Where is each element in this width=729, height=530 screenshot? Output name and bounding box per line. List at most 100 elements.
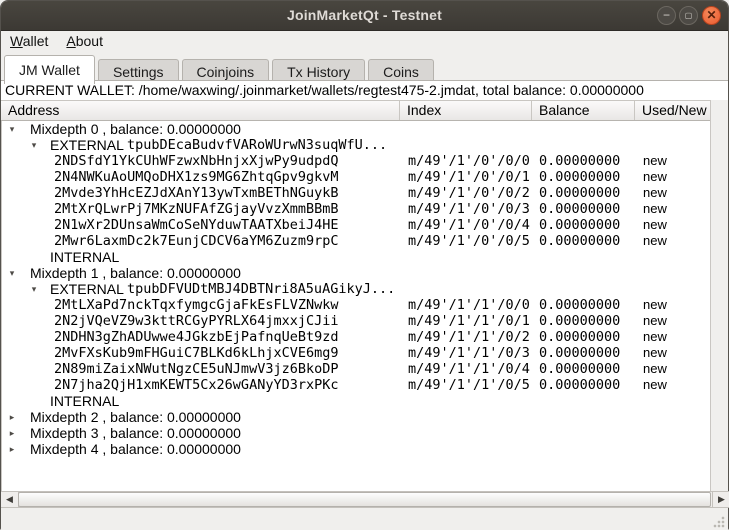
scroll-left-button[interactable]: ◀ [1,492,19,507]
menu-accel: A [66,33,75,49]
index-value: m/49'/1'/1'/0/2 [408,329,530,345]
window-title: JoinMarketQt - Testnet [1,7,728,23]
chevron-down-icon[interactable]: ▾ [6,265,18,281]
index-value: m/49'/1'/0'/0/0 [408,153,530,169]
tree-row-branch[interactable]: ▾ EXTERNALtpubDEcaBudvfVARoWUrwN3suqWfU..… [2,137,712,153]
status-bar [1,508,728,530]
index-value: m/49'/1'/0'/0/1 [408,169,530,185]
vertical-scrollbar[interactable] [710,100,728,491]
minimize-button[interactable]: − [657,6,676,25]
chevron-right-icon[interactable]: ▸ [6,441,18,457]
tab-bar: JM WalletSettingsCoinjoinsTx HistoryCoin… [1,53,728,81]
menu-accel: W [10,33,23,49]
tree-row-mixdepth[interactable]: ▸ Mixdepth 3 , balance: 0.00000000 [2,425,712,441]
address-value: 2N1wXr2DUnsaWmCoSeNYduwTAATXbeiJ4HE [54,217,338,233]
tree-row-address[interactable]: 2MvFXsKub9mFHGuiC7BLKd6kLhjxCVE6mg9 m/49'… [2,345,712,361]
index-value: m/49'/1'/1'/0/1 [408,313,530,329]
branch-xpub: tpubDFVUDtMBJ4DBTNri8A5uAGikyJ... [127,281,395,297]
tree-row-mixdepth[interactable]: ▸Mixdepth 4 , balance: 0.00000000 [2,441,712,457]
chevron-down-icon[interactable]: ▾ [28,137,40,153]
status-value: new [643,297,667,313]
tree-row-address[interactable]: 2Mwr6LaxmDc2k7EunjCDCV6aYM6Zuzm9rpC m/49'… [2,233,712,249]
column-header-index[interactable]: Index [400,101,532,120]
status-value: new [643,313,667,329]
menu-item-wallet[interactable]: Wallet [1,31,57,51]
balance-value: 0.00000000 [539,345,620,361]
address-value: 2N7jha2QjH1xmKEWT5Cx26wGANyYD3rxPKc [54,377,338,393]
minimize-icon: − [658,7,675,24]
balance-value: 0.00000000 [539,185,620,201]
scroll-right-icon: ▶ [718,494,725,504]
branch-xpub: tpubDEcaBudvfVARoWUrwN3suqWfU... [127,137,387,153]
balance-value: 0.00000000 [539,297,620,313]
status-value: new [643,185,667,201]
table-header: AddressIndexBalanceUsed/New [1,100,712,121]
status-value: new [643,201,667,217]
balance-value: 0.00000000 [539,361,620,377]
chevron-right-icon[interactable]: ▸ [6,425,18,441]
branch-label: INTERNAL [50,393,119,409]
balance-value: 0.00000000 [539,329,620,345]
address-value: 2MtLXaPd7nckTqxfymgcGjaFkEsFLVZNwkw [54,297,338,313]
balance-value: 0.00000000 [539,313,620,329]
horizontal-scrollbar-thumb[interactable] [18,492,711,507]
column-header-used-new[interactable]: Used/New [635,101,712,120]
balance-value: 0.00000000 [539,153,620,169]
close-button[interactable]: ✕ [702,6,721,25]
mixdepth-label: Mixdepth 1 , balance: 0.00000000 [30,265,241,281]
tree-row-address[interactable]: 2MtLXaPd7nckTqxfymgcGjaFkEsFLVZNwkw m/49'… [2,297,712,313]
branch-label: EXTERNAL [50,281,124,297]
menu-item-about[interactable]: About [57,31,112,51]
maximize-button[interactable]: ▢ [679,6,698,25]
index-value: m/49'/1'/1'/0/5 [408,377,530,393]
column-header-balance[interactable]: Balance [532,101,635,120]
mixdepth-label: Mixdepth 0 , balance: 0.00000000 [30,121,241,137]
tree-row-address[interactable]: 2NDHN3gZhADUwwe4JGkzbEjPafnqUeBt9zdm/49'… [2,329,712,345]
title-bar[interactable]: JoinMarketQt - Testnet − ▢ ✕ [1,1,728,31]
tree-row-mixdepth[interactable]: ▾ Mixdepth 1 , balance: 0.00000000 [2,265,712,281]
maximize-icon: ▢ [680,7,697,24]
tree-row-address[interactable]: 2N89miZaixNWutNgzCE5uNJmwV3jz6BkoDP m/49'… [2,361,712,377]
scroll-left-icon: ◀ [6,494,13,504]
close-icon: ✕ [703,7,720,23]
index-value: m/49'/1'/1'/0/4 [408,361,530,377]
tree-row-mixdepth[interactable]: ▸Mixdepth 2 , balance: 0.00000000 [2,409,712,425]
tab-jm-wallet[interactable]: JM Wallet [4,55,95,84]
tree-row-address[interactable]: 2N7jha2QjH1xmKEWT5Cx26wGANyYD3rxPKc m/49'… [2,377,712,393]
index-value: m/49'/1'/0'/0/2 [408,185,530,201]
status-value: new [643,153,667,169]
address-value: 2MtXrQLwrPj7MKzNUFAfZGjayVvzXmmBBmB [54,201,338,217]
index-value: m/49'/1'/0'/0/4 [408,217,530,233]
balance-value: 0.00000000 [539,377,620,393]
column-header-address[interactable]: Address [1,101,400,120]
tree-row-branch[interactable]: INTERNAL [2,249,712,265]
tree-row-address[interactable]: 2N2jVQeVZ9w3kttRCGyPYRLX64jmxxjCJii m/49'… [2,313,712,329]
branch-label: EXTERNAL [50,137,124,153]
chevron-right-icon[interactable]: ▸ [6,409,18,425]
mixdepth-label: Mixdepth 3 , balance: 0.00000000 [30,425,241,441]
index-value: m/49'/1'/1'/0/0 [408,297,530,313]
tree-row-address[interactable]: 2N4NWKuAoUMQoDHX1zs9MG6ZhtqGpv9gkvM m/49'… [2,169,712,185]
tree-row-address[interactable]: 2MtXrQLwrPj7MKzNUFAfZGjayVvzXmmBBmBm/49'… [2,201,712,217]
tree-row-branch[interactable]: ▾ EXTERNALtpubDFVUDtMBJ4DBTNri8A5uAGikyJ.… [2,281,712,297]
tree-row-mixdepth[interactable]: ▾ Mixdepth 0 , balance: 0.00000000 [2,121,712,137]
address-value: 2Mvde3YhHcEZJdXAnY13ywTxmBEThNGuykB [54,185,338,201]
chevron-down-icon[interactable]: ▾ [28,281,40,297]
address-value: 2MvFXsKub9mFHGuiC7BLKd6kLhjxCVE6mg9 [54,345,338,361]
address-value: 2Mwr6LaxmDc2k7EunjCDCV6aYM6Zuzm9rpC [54,233,338,249]
index-value: m/49'/1'/1'/0/3 [408,345,530,361]
tree-row-address[interactable]: 2N1wXr2DUnsaWmCoSeNYduwTAATXbeiJ4HE m/49'… [2,217,712,233]
address-value: 2N89miZaixNWutNgzCE5uNJmwV3jz6BkoDP [54,361,338,377]
address-value: 2N4NWKuAoUMQoDHX1zs9MG6ZhtqGpv9gkvM [54,169,338,185]
tree-row-address[interactable]: 2Mvde3YhHcEZJdXAnY13ywTxmBEThNGuykB m/49'… [2,185,712,201]
horizontal-scrollbar: ◀ ▶ [1,491,729,508]
address-value: 2N2jVQeVZ9w3kttRCGyPYRLX64jmxxjCJii [54,313,338,329]
resize-grip-icon[interactable] [713,516,725,528]
chevron-down-icon[interactable]: ▾ [6,121,18,137]
index-value: m/49'/1'/0'/0/5 [408,233,530,249]
status-value: new [643,377,667,393]
status-value: new [643,361,667,377]
tree-row-address[interactable]: 2NDSfdY1YkCUhWFzwxNbHnjxXjwPy9udpdQm/49'… [2,153,712,169]
tree-row-branch[interactable]: INTERNAL [2,393,712,409]
scroll-right-button[interactable]: ▶ [712,492,729,507]
